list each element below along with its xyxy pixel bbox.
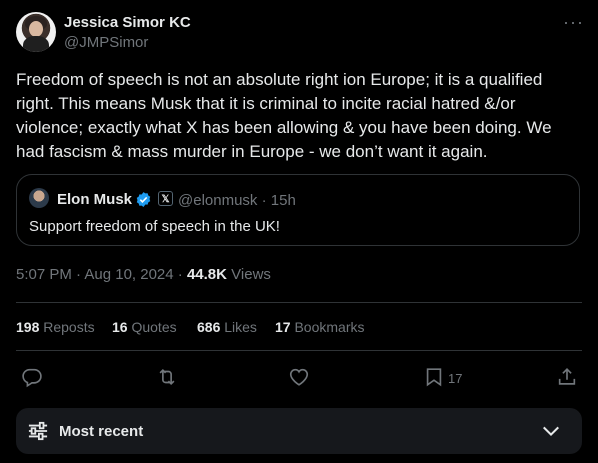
reply-button[interactable] [21,366,43,388]
heart-icon [289,368,309,386]
tweet-meta: 5:07 PM · Aug 10, 2024 · 44.8K Views [16,266,271,283]
reply-icon [22,368,42,388]
verified-badge-icon [136,192,151,207]
author-name[interactable]: Jessica Simor KC [64,14,191,31]
quotes-stat[interactable]: 16 Quotes [112,319,177,335]
quoted-time[interactable]: 15h [271,192,296,209]
like-button[interactable] [288,366,310,388]
quoted-author-name[interactable]: Elon Musk [57,191,132,208]
views-count: 44.8K [186,266,227,283]
separator-dot: · [261,192,267,209]
divider [16,350,582,351]
filter-icon [28,421,48,441]
quoted-author-handle[interactable]: @elonmusk [178,192,257,209]
sort-label: Most recent [59,423,144,440]
repost-icon [159,368,175,386]
tweet-text: Freedom of speech is not an absolute rig… [16,70,552,161]
quoted-tweet-text: Support freedom of speech in the UK! [29,218,280,235]
bookmark-count: 17 [448,371,463,386]
repost-button[interactable] [156,366,178,388]
share-icon [558,368,576,385]
share-button[interactable] [556,366,578,388]
bookmarks-stat[interactable]: 17 Bookmarks [275,319,365,335]
more-options-icon[interactable]: ··· [563,12,583,32]
likes-stat[interactable]: 686 Likes [197,319,257,335]
bookmark-button[interactable] [423,366,445,388]
tweet-datetime[interactable]: 5:07 PM · Aug 10, 2024 · [16,266,183,283]
sort-replies-dropdown[interactable]: Most recent [16,408,582,454]
x-affiliate-icon: 𝕏 [158,191,173,206]
bookmark-icon [426,368,442,387]
reposts-stat[interactable]: 198 Reposts [16,319,95,335]
quoted-author-avatar[interactable] [29,188,49,208]
author-avatar[interactable] [16,12,56,52]
quoted-tweet[interactable]: Elon Musk 𝕏 @elonmusk · 15h Support free… [16,174,580,246]
author-handle[interactable]: @JMPSimor [64,34,148,51]
chevron-down-icon [543,426,559,437]
views-label: Views [231,266,271,283]
divider [16,302,582,303]
